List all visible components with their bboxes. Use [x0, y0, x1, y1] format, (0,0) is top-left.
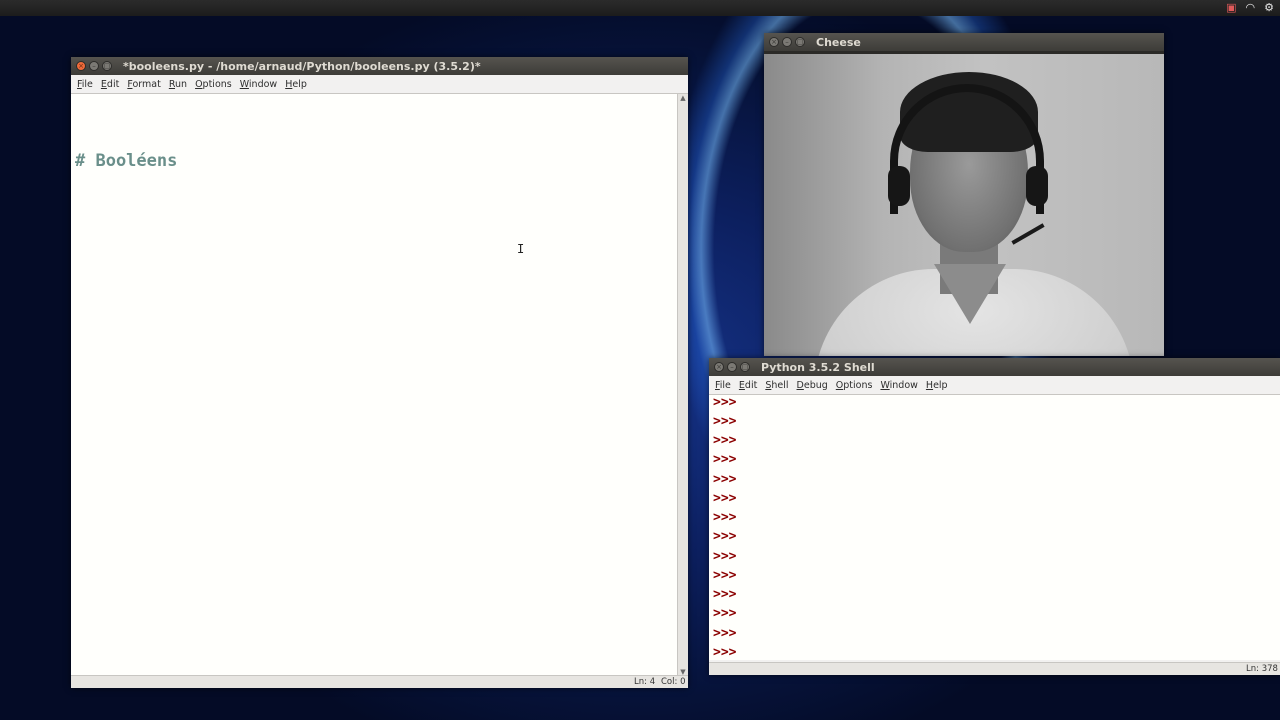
shell-prompt: >>>	[713, 587, 737, 602]
shell-console[interactable]: >>> >>> >>> >>> >>> >>> >>> >>> >>> >>> …	[709, 395, 1280, 660]
headset-right-ear	[1026, 166, 1048, 206]
menu-debug[interactable]: Debug	[793, 380, 832, 391]
shell-title: Python 3.5.2 Shell	[761, 360, 875, 374]
maximize-icon[interactable]: □	[102, 61, 112, 71]
wifi-icon[interactable]: ◠	[1246, 0, 1256, 16]
shell-prompt: >>>	[713, 433, 737, 448]
status-line: Ln: 4	[634, 677, 656, 687]
shell-prompt: >>>	[713, 491, 737, 506]
text-cursor-icon: I	[517, 242, 525, 256]
menu-format[interactable]: Format	[123, 79, 165, 90]
shell-prompt: >>>	[713, 549, 737, 564]
menu-edit[interactable]: Edit	[97, 79, 123, 90]
webcam-feed	[764, 54, 1164, 356]
shell-prompt: >>>	[713, 568, 737, 583]
shirt-collar	[934, 264, 1006, 324]
status-col: Col: 0	[661, 677, 686, 687]
shell-prompt: >>>	[713, 472, 737, 487]
maximize-icon[interactable]: □	[740, 362, 750, 372]
scroll-up-icon[interactable]: ▲	[679, 94, 687, 102]
editor-menubar: File Edit Format Run Options Window Help	[71, 75, 688, 94]
shell-menubar: File Edit Shell Debug Options Window Hel…	[709, 376, 1280, 395]
cheese-titlebar[interactable]: × – □ Cheese	[764, 33, 1164, 51]
editor-scrollbar[interactable]: ▲ ▼	[677, 94, 688, 676]
menu-window[interactable]: Window	[876, 380, 921, 391]
shell-prompt: >>>	[713, 606, 737, 621]
menu-shell[interactable]: Shell	[761, 380, 792, 391]
menu-help[interactable]: Help	[281, 79, 311, 90]
shell-statusbar: Ln: 378	[709, 662, 1280, 675]
shell-prompt: >>>	[713, 510, 737, 525]
shell-prompt: >>>	[713, 645, 737, 660]
minimize-icon[interactable]: –	[782, 37, 792, 47]
close-icon[interactable]: ×	[76, 61, 86, 71]
menu-run[interactable]: Run	[165, 79, 191, 90]
menu-edit[interactable]: Edit	[735, 380, 761, 391]
editor-statusbar: Ln: 4 Col: 0	[71, 675, 688, 688]
shell-window: × – □ Python 3.5.2 Shell File Edit Shell…	[709, 358, 1280, 675]
maximize-icon[interactable]: □	[795, 37, 805, 47]
editor-titlebar[interactable]: × – □ *booleens.py - /home/arnaud/Python…	[71, 57, 688, 75]
camera-icon[interactable]: ▣	[1226, 0, 1236, 16]
editor-window: × – □ *booleens.py - /home/arnaud/Python…	[71, 57, 688, 688]
minimize-icon[interactable]: –	[727, 362, 737, 372]
close-icon[interactable]: ×	[769, 37, 779, 47]
top-panel: ▣ ◠ ⚙	[0, 0, 1280, 16]
code-comment-line: # Booléens	[75, 151, 178, 171]
shell-prompt: >>>	[713, 395, 737, 410]
code-editor[interactable]: # Booléens I	[71, 94, 678, 676]
shell-prompt: >>>	[713, 452, 737, 467]
menu-options[interactable]: Options	[832, 380, 877, 391]
menu-window[interactable]: Window	[236, 79, 281, 90]
status-line: Ln: 378	[1246, 664, 1278, 674]
menu-file[interactable]: File	[711, 380, 735, 391]
close-icon[interactable]: ×	[714, 362, 724, 372]
menu-file[interactable]: File	[73, 79, 97, 90]
cheese-title: Cheese	[816, 35, 861, 49]
shell-titlebar[interactable]: × – □ Python 3.5.2 Shell	[709, 358, 1280, 376]
shell-prompt: >>>	[713, 626, 737, 641]
system-tray: ▣ ◠ ⚙	[1226, 0, 1274, 16]
shell-prompt: >>>	[713, 529, 737, 544]
editor-title: *booleens.py - /home/arnaud/Python/boole…	[123, 59, 481, 73]
headset-left-ear	[888, 166, 910, 206]
headset-mic	[1011, 223, 1045, 245]
menu-help[interactable]: Help	[922, 380, 952, 391]
shell-prompt: >>>	[713, 414, 737, 429]
cheese-window: × – □ Cheese	[764, 33, 1164, 356]
menu-options[interactable]: Options	[191, 79, 236, 90]
settings-icon[interactable]: ⚙	[1264, 0, 1274, 16]
minimize-icon[interactable]: –	[89, 61, 99, 71]
